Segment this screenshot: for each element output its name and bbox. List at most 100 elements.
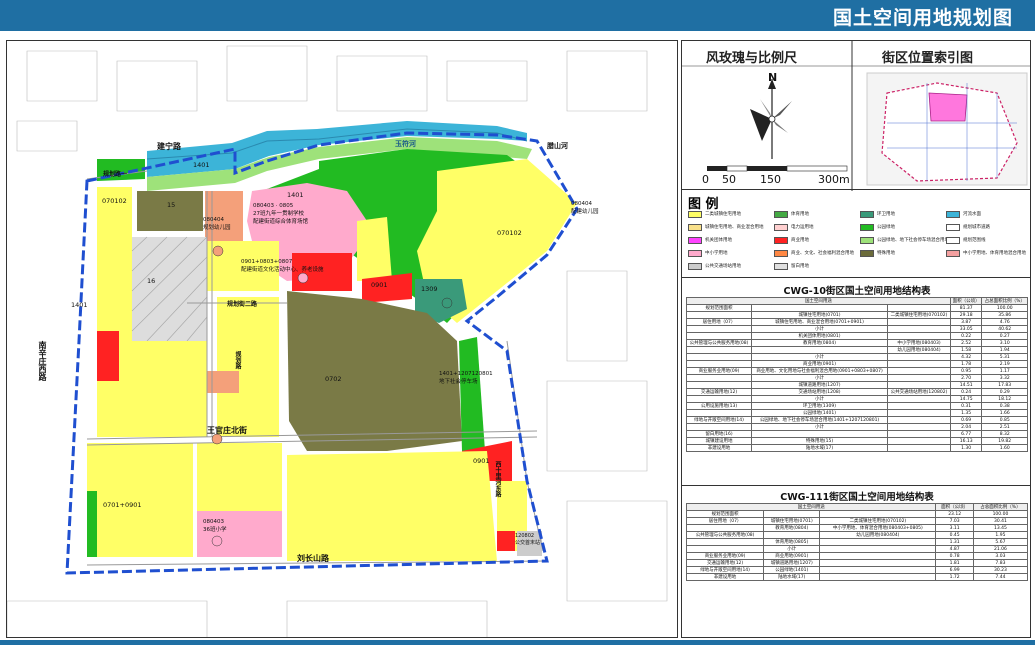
legend-swatch bbox=[774, 262, 788, 270]
table-cell: 公园绿地、地下社会停车场混合用地(1401+1207120801) bbox=[750, 416, 889, 424]
table-row: 公共管理与公共服务用地(08) 幼儿园用地(080404) 0.45 1.95 bbox=[685, 531, 1029, 539]
table-cell: 3.87 bbox=[949, 318, 983, 326]
table-row: 小计 14.75 18.12 bbox=[686, 395, 1028, 403]
table-cell: 30.23 bbox=[972, 566, 1029, 574]
kindergarten-symbol bbox=[212, 245, 224, 257]
table-cell: 18.12 bbox=[981, 395, 1028, 403]
right-panel: 风玫瑰与比例尺 街区位置索引图 0 50 150 300m N 图 例 二类城镇… bbox=[681, 40, 1031, 638]
table-cell: 17.83 bbox=[981, 381, 1028, 389]
legend-item: 商业用地 bbox=[774, 235, 809, 245]
table-cell: 4.76 bbox=[981, 318, 1028, 326]
river-label-yufu: 玉符河 bbox=[395, 140, 416, 148]
table-cell: 2.52 bbox=[949, 339, 983, 347]
table-cell bbox=[887, 430, 951, 438]
page-title: 国土空间用地规划图 bbox=[832, 7, 1013, 29]
table-cell: 23.12 bbox=[935, 510, 974, 518]
legend-label: 中小学用地、体育用地混合用地 bbox=[963, 251, 1026, 256]
legend-item: 中小学用地 bbox=[688, 248, 728, 258]
legend-item: 河流水面 bbox=[946, 209, 981, 219]
table-row: 绿地与开敞空间用地(14) 公园绿地、地下社会停车场混合用地(1401+12071… bbox=[686, 416, 1028, 424]
table-cell bbox=[686, 374, 752, 382]
residential-s1 bbox=[197, 443, 282, 511]
legend-label: 商业用地 bbox=[791, 238, 809, 243]
table-row: 小计 33.05 40.62 bbox=[686, 325, 1028, 333]
table-cell: 小计 bbox=[750, 353, 889, 361]
plot-label: 070102 bbox=[102, 197, 127, 205]
table-row: 小计 4.32 5.31 bbox=[686, 353, 1028, 361]
plot-label: 0901+0803+0807 配建街道文化活动中心、养老设施 bbox=[241, 259, 324, 273]
table-row: 小计 4.87 21.06 bbox=[685, 545, 1029, 553]
land-use-map[interactable] bbox=[7, 41, 678, 638]
legend-label: 电力运用地 bbox=[791, 225, 814, 230]
table-cell bbox=[686, 360, 752, 368]
table-cell bbox=[819, 510, 937, 518]
legend-swatch bbox=[946, 236, 960, 244]
table-row: 非建设用地 陆地水域(17) 1.30 1.60 bbox=[686, 444, 1028, 452]
table-cell: 二类城镇住宅用地(070102) bbox=[819, 517, 937, 525]
legend-item: 规划范围线 bbox=[946, 235, 986, 245]
scale-tick-0: 0 bbox=[702, 173, 709, 186]
table-cell: 商业用地(0901) bbox=[750, 360, 889, 368]
table-cell: 非建设用地 bbox=[685, 573, 765, 581]
road-label-wangguanzhuang: 王官庄北街 bbox=[207, 426, 247, 435]
map-canvas[interactable]: 建宁路 规划路一 规划街二路 王官庄北街 刘长山路 南辛庄西路 玉符河 腊山河 … bbox=[6, 40, 678, 638]
legend-label: 商业、文化、社会福利混合用地 bbox=[791, 251, 854, 256]
table-cell: 小计 bbox=[750, 325, 889, 333]
table-cell: 小计 bbox=[763, 545, 821, 553]
table-cell: 公共管理与公共服务用地(08) bbox=[686, 339, 752, 347]
plot-label: 0901 bbox=[473, 457, 490, 465]
table-cell: 特殊用地(15) bbox=[750, 437, 889, 445]
plot-label: 1309 bbox=[421, 285, 438, 293]
plot-label: 120802 公交首末站 bbox=[515, 533, 541, 546]
table-cell: 中小学用地(080403) bbox=[887, 339, 951, 347]
table-cell: 0.78 bbox=[935, 552, 974, 560]
table-cell: 21.06 bbox=[972, 545, 1029, 553]
table-cell: 2.51 bbox=[981, 423, 1028, 431]
table-row: 规划范围面积 81.37 100.00 bbox=[686, 304, 1028, 312]
legend-label: 环卫用地 bbox=[877, 212, 895, 217]
table-cell: 1.17 bbox=[981, 367, 1028, 375]
legend-label: 留白用地 bbox=[791, 264, 809, 269]
table-cell bbox=[686, 346, 752, 354]
table-cell: 教育用地(0804) bbox=[750, 339, 889, 347]
table-cell bbox=[887, 367, 951, 375]
legend-swatch bbox=[774, 210, 788, 218]
road-label-nanxinzhuang: 南辛庄西路 bbox=[38, 341, 47, 381]
legend-swatch bbox=[946, 210, 960, 218]
table-row: 绿地与开敞空间用地(14) 公园绿地(1401) 6.99 30.23 bbox=[685, 566, 1029, 574]
table-cell: 16.13 bbox=[949, 437, 983, 445]
road-label-xishilihe: 西十里河东路 bbox=[494, 461, 501, 497]
table-row: 幼儿园用地(080404) 1.58 1.94 bbox=[686, 346, 1028, 354]
road-label-lashan: 腊山河 bbox=[547, 142, 568, 150]
table-cell: 规划范围面积 bbox=[686, 304, 752, 312]
table-cell bbox=[819, 573, 937, 581]
table-cell: 1.94 bbox=[981, 346, 1028, 354]
table-cell: 100.00 bbox=[972, 510, 1029, 518]
table-cell: 0.31 bbox=[949, 402, 983, 410]
table-cell bbox=[686, 409, 752, 417]
table-cell: 14.75 bbox=[949, 395, 983, 403]
table-cell: 绿地与开敞空间用地(14) bbox=[686, 416, 752, 424]
table-cell: 小计 bbox=[750, 395, 889, 403]
legend-label: 公园绿地、地下社会停车场混合用地 bbox=[877, 238, 949, 243]
residential-strip bbox=[357, 217, 392, 281]
table-cell: 0.69 bbox=[949, 416, 983, 424]
table-cell: 小计 bbox=[750, 423, 889, 431]
table-cell: 19.82 bbox=[981, 437, 1028, 445]
table-cell: 陆地水域(17) bbox=[750, 444, 889, 452]
table-row: 规划范围面积 23.12 100.00 bbox=[685, 510, 1029, 518]
table-header-cell: 占总面积比例（%） bbox=[972, 503, 1029, 511]
table-cell: 3.10 bbox=[981, 339, 1028, 347]
table-cell: 1.31 bbox=[935, 538, 974, 546]
table-cell: 公园绿地(1401) bbox=[750, 409, 889, 417]
table-cell: 3.11 bbox=[935, 524, 974, 532]
plot-label: 1401 bbox=[287, 191, 304, 199]
table-cell: 留白用地(16) bbox=[686, 430, 752, 438]
legend-item: 留白用地 bbox=[774, 261, 809, 271]
table-header-cell: 占总面积比例（%） bbox=[981, 297, 1028, 305]
legend-item: 二类城镇住宅用地 bbox=[688, 209, 741, 219]
legend-item: 中小学用地、体育用地混合用地 bbox=[946, 248, 1026, 258]
table-row: 城镇住宅用地(0701) 二类城镇住宅用地(070102) 29.18 35.86 bbox=[686, 311, 1028, 319]
road-label-planning: 规划路 bbox=[234, 351, 241, 369]
table-cell: 交通场站用地(1208) bbox=[750, 388, 889, 396]
